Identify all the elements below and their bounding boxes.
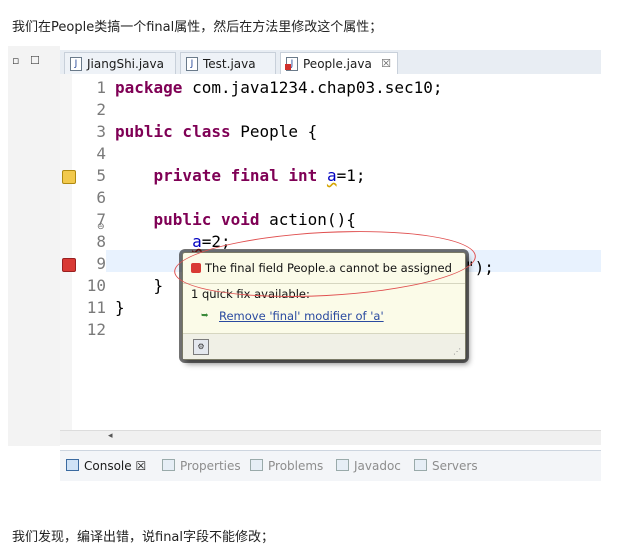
- line-number: 2: [96, 100, 106, 119]
- problems-icon: [250, 459, 263, 471]
- resize-grip-icon[interactable]: ⋰: [453, 347, 461, 356]
- tab-people[interactable]: J People.java ☒: [280, 52, 398, 74]
- code-text: =1;: [336, 166, 366, 185]
- quickfix-icon: ➥: [201, 311, 209, 321]
- code-text: People {: [230, 122, 318, 141]
- keyword: private final int: [153, 166, 318, 185]
- minimize-icon[interactable]: ▫: [12, 54, 19, 67]
- tab-servers[interactable]: Servers: [414, 459, 478, 473]
- tab-label: Servers: [432, 459, 478, 473]
- java-file-icon: J: [70, 57, 82, 71]
- caption-bottom: 我们发现，编译出错，说final字段不能修改；: [12, 530, 275, 545]
- line-number: 12: [86, 320, 106, 339]
- remove-final-fix-link[interactable]: Remove 'final' modifier of 'a': [219, 309, 384, 323]
- tab-test[interactable]: J Test.java: [180, 52, 276, 74]
- line-number: 4: [96, 144, 106, 163]
- field-a: a: [326, 166, 337, 185]
- line-number: 6: [96, 188, 106, 207]
- code-text: action(){: [259, 210, 356, 229]
- tab-label: JiangShi.java: [87, 57, 164, 71]
- code-line-1: package com.java1234.chap03.sec10;: [115, 78, 443, 97]
- tab-label: Javadoc: [354, 459, 401, 473]
- tab-label: People.java: [303, 57, 372, 71]
- tab-jiangshi[interactable]: J JiangShi.java: [64, 52, 176, 74]
- properties-icon: [162, 459, 175, 471]
- tab-javadoc[interactable]: Javadoc: [336, 459, 401, 473]
- code-line-7: public void action(){: [115, 210, 356, 229]
- annotation-ruler: [60, 74, 72, 430]
- java-file-error-icon: J: [285, 57, 298, 71]
- line-number: 3: [96, 122, 106, 141]
- code-line-10: }: [115, 276, 164, 295]
- code-text: com.java1234.chap03.sec10;: [182, 78, 443, 97]
- tab-label: Test.java: [203, 57, 256, 71]
- tab-properties[interactable]: Properties: [162, 459, 241, 473]
- horizontal-scrollbar[interactable]: ◂: [60, 430, 601, 445]
- tab-label: Properties: [180, 459, 241, 473]
- settings-icon[interactable]: ⚙: [193, 339, 209, 355]
- javadoc-icon: [336, 459, 349, 471]
- console-icon: [66, 459, 79, 471]
- line-number: 11: [86, 298, 106, 317]
- keyword: package: [115, 78, 183, 97]
- tab-problems[interactable]: Problems: [250, 459, 323, 473]
- line-number: 1: [96, 78, 106, 97]
- scroll-left-icon[interactable]: ◂: [108, 431, 113, 441]
- caption-top: 我们在People类搞一个final属性，然后在方法里修改这个属性；: [12, 20, 383, 35]
- tab-console[interactable]: Console ☒: [66, 459, 146, 473]
- line-number: 8: [96, 232, 106, 251]
- line-number: 10: [86, 276, 106, 295]
- line-number: 5: [96, 166, 106, 185]
- left-panel: ▫ ☐: [8, 46, 60, 446]
- line-number: 9: [96, 254, 106, 273]
- field-a-error: a: [192, 232, 202, 251]
- tab-label: Problems: [268, 459, 324, 473]
- code-line-11: }: [115, 298, 125, 317]
- popup-footer: ⚙ ⋰: [183, 334, 465, 359]
- tab-label: Console: [84, 459, 132, 473]
- line-number: 7: [96, 210, 106, 229]
- editor-tabbar: J JiangShi.java J Test.java J People.jav…: [60, 50, 601, 75]
- code-line-3: public class People {: [115, 122, 317, 141]
- servers-icon: [414, 459, 427, 471]
- bottom-panel-tabs: Console ☒ Properties Problems Javadoc Se…: [60, 450, 601, 481]
- maximize-icon[interactable]: ☐: [30, 54, 40, 67]
- keyword: public class: [115, 122, 231, 141]
- code-line-5: private final int a=1;: [115, 166, 366, 185]
- java-file-icon: J: [186, 57, 198, 71]
- close-icon[interactable]: ☒: [135, 459, 146, 473]
- close-icon[interactable]: ☒: [381, 53, 391, 75]
- keyword: public void: [153, 210, 260, 229]
